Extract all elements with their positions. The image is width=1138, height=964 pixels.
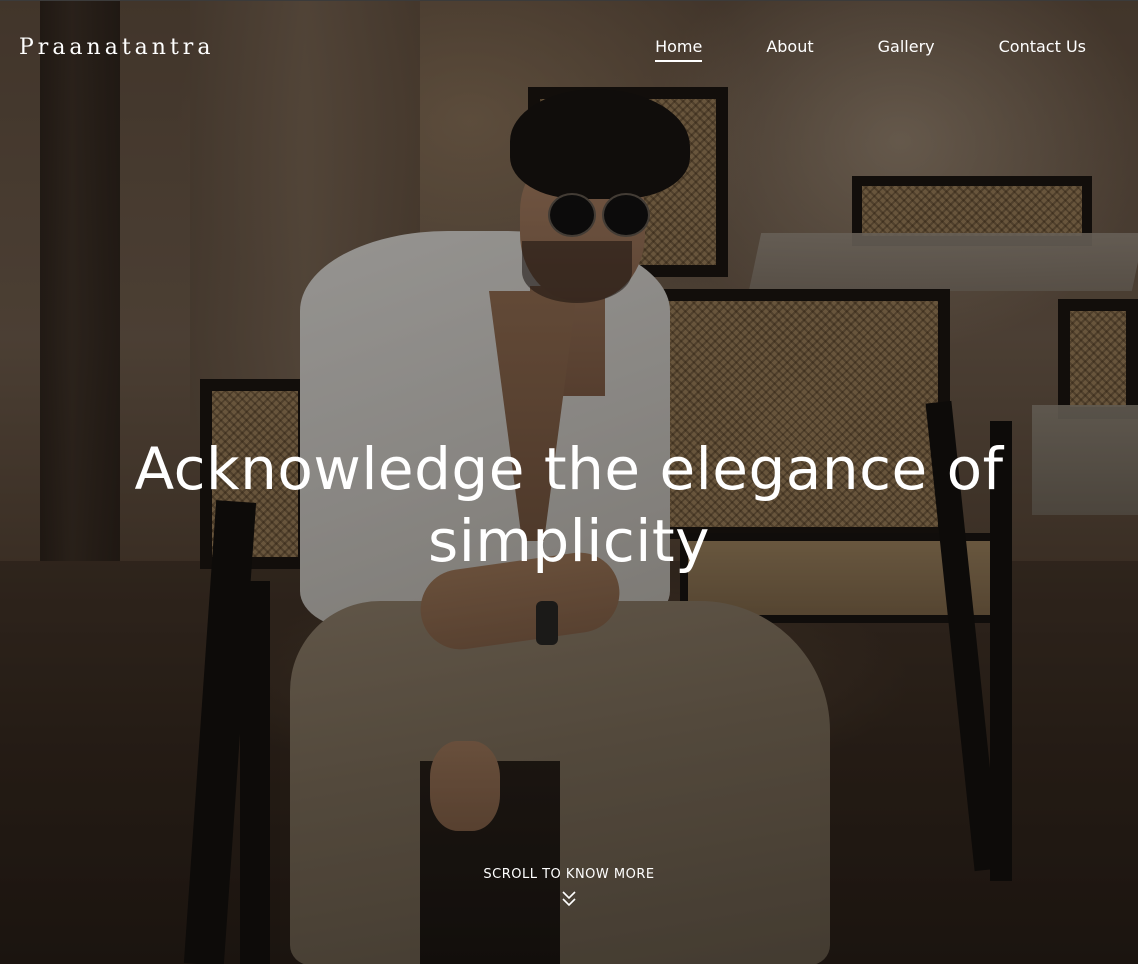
double-chevron-down-icon[interactable] <box>561 889 577 909</box>
hero-section: Praanatantra Home About Gallery Contact … <box>0 0 1138 964</box>
nav-item-gallery[interactable]: Gallery <box>878 37 935 62</box>
scroll-to-know-more-link[interactable]: SCROLL TO KNOW MORE <box>0 867 1138 882</box>
hero-headline: Acknowledge the elegance of simplicity <box>0 433 1138 577</box>
nav-item-home[interactable]: Home <box>655 37 703 62</box>
hero-headline-line-1: Acknowledge the elegance of <box>134 435 1004 503</box>
nav-item-contact-us[interactable]: Contact Us <box>999 37 1086 62</box>
nav-item-about[interactable]: About <box>766 37 813 62</box>
hero-headline-line-2: simplicity <box>428 507 710 575</box>
site-logo[interactable]: Praanatantra <box>19 35 214 60</box>
main-nav: Home About Gallery Contact Us <box>591 37 1086 62</box>
